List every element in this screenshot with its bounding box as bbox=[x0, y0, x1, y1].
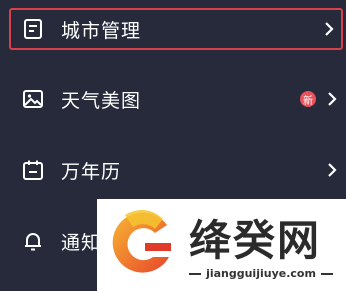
watermark: 绛癸网 jiangguijiuye.com bbox=[97, 199, 346, 291]
watermark-title: 绛癸网 bbox=[189, 216, 322, 265]
watermark-url-row: jiangguijiuye.com bbox=[183, 267, 339, 280]
menu-item-label: 通知 bbox=[61, 231, 102, 254]
bell-icon bbox=[25, 233, 41, 251]
menu-item-label: 天气美图 bbox=[61, 89, 142, 112]
menu-item-weather-images[interactable]: 天气美图 新 bbox=[9, 77, 346, 121]
dash-left bbox=[189, 272, 202, 275]
note-icon bbox=[24, 19, 42, 39]
watermark-logo-icon bbox=[112, 210, 171, 273]
menu-item-city-management[interactable]: 城市管理 bbox=[9, 8, 343, 50]
watermark-url: jiangguijiuye.com bbox=[206, 267, 316, 280]
menu-item-label: 城市管理 bbox=[61, 19, 142, 42]
chevron-right-icon bbox=[325, 22, 334, 36]
chevron-right-icon bbox=[328, 92, 337, 106]
menu-item-label: 万年历 bbox=[61, 160, 122, 183]
image-icon bbox=[23, 90, 43, 108]
new-badge: 新 bbox=[300, 91, 316, 107]
dash-right bbox=[320, 272, 333, 275]
menu-item-calendar[interactable]: 万年历 bbox=[9, 148, 346, 192]
chevron-right-icon bbox=[328, 163, 337, 177]
calendar-icon bbox=[23, 160, 43, 180]
